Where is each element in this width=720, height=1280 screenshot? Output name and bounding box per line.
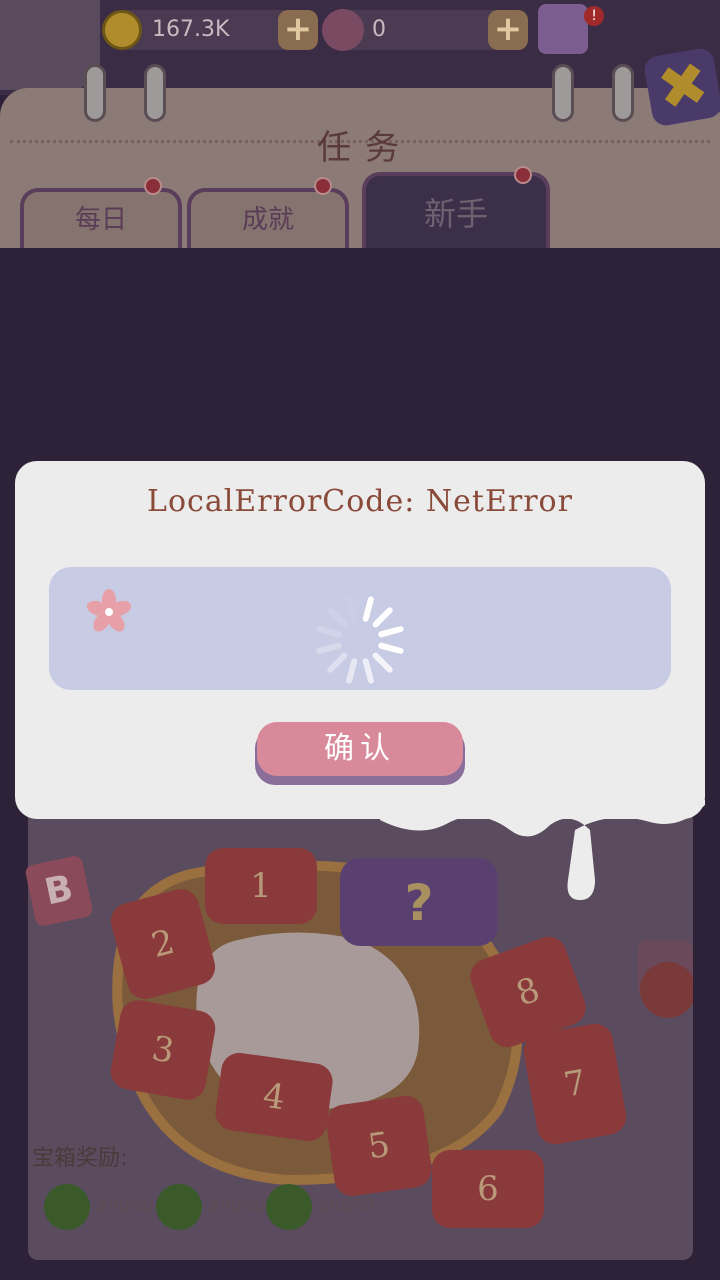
crown-amount: 0	[372, 17, 386, 42]
add-coins-button[interactable]: +	[278, 10, 318, 50]
page-title: 任务	[317, 128, 413, 168]
coin-amount: 167.3K	[152, 17, 230, 42]
clover-icon	[156, 1184, 202, 1230]
binder-ring	[612, 64, 634, 122]
board-tile-4[interactable]: 4	[213, 1050, 335, 1144]
board-tile-7[interactable]: 7	[520, 1021, 630, 1147]
binder-ring	[552, 64, 574, 122]
board-tile-5[interactable]: 5	[324, 1093, 434, 1199]
board-tile-6[interactable]: 6	[432, 1150, 544, 1228]
loading-spinner-icon	[316, 596, 404, 684]
chest-reward-title: 宝箱奖励:	[32, 1146, 128, 1171]
clover-icon	[266, 1184, 312, 1230]
binder-ring	[144, 64, 166, 122]
tab-newbie-dot	[514, 166, 532, 184]
tab-daily-dot	[144, 177, 162, 195]
confirm-button[interactable]: 确认	[257, 722, 463, 776]
crown-icon	[322, 9, 364, 51]
tab-achievement[interactable]: 成就	[187, 188, 349, 248]
close-button[interactable]: ✖	[642, 46, 720, 128]
character-icon[interactable]	[538, 4, 588, 54]
dialog-drip	[380, 800, 705, 900]
reward-value: 28000	[96, 1196, 154, 1217]
clover-icon	[44, 1184, 90, 1230]
tab-achievement-dot	[314, 177, 332, 195]
alert-badge: !	[584, 6, 604, 26]
board-tile-1[interactable]: 1	[205, 848, 317, 924]
error-title: LocalErrorCode: NetError	[147, 484, 573, 519]
reward-value: 28000	[318, 1196, 376, 1217]
reward-value: 28000	[208, 1196, 266, 1217]
add-crowns-button[interactable]: +	[488, 10, 528, 50]
toy-block: B	[24, 854, 94, 928]
tab-daily[interactable]: 每日	[20, 188, 182, 248]
coin-icon	[102, 10, 142, 50]
binder-ring	[84, 64, 106, 122]
board-tile-3[interactable]: 3	[107, 997, 219, 1103]
flower-icon	[86, 589, 132, 632]
